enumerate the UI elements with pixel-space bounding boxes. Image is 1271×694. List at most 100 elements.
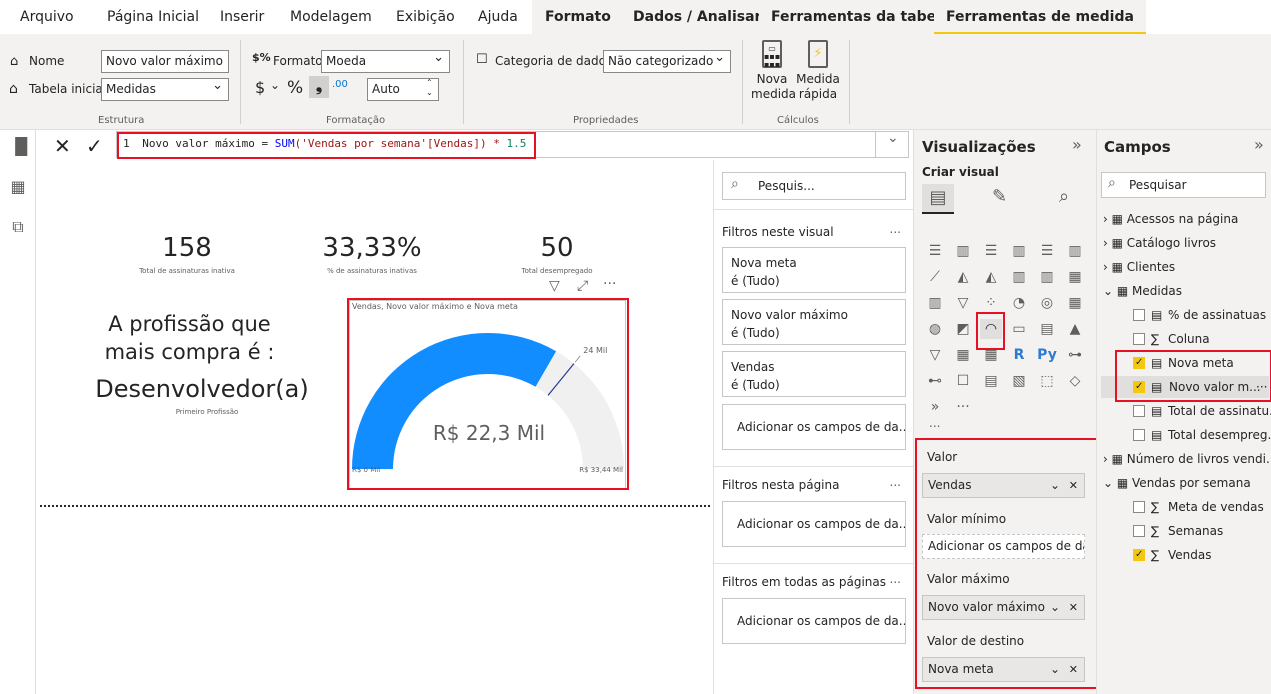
area-chart-icon[interactable]: ◭: [952, 267, 974, 287]
paginated-report-icon[interactable]: ▧: [1008, 371, 1030, 391]
field-checkbox[interactable]: [1133, 501, 1145, 513]
field-item[interactable]: ▤ Nova meta: [1133, 352, 1269, 374]
waterfall-icon[interactable]: ▥: [924, 293, 946, 313]
chevron-down-icon[interactable]: ⌄: [1050, 474, 1060, 497]
remove-field-icon[interactable]: ✕: [1069, 596, 1078, 619]
field-item[interactable]: ▤ % de assinatuas i...: [1133, 304, 1271, 326]
format-visual-tab-icon[interactable]: ✎: [992, 186, 1007, 207]
table-node[interactable]: ⌄ ▦ Medidas: [1103, 280, 1182, 302]
tab-ferramentas-tabela[interactable]: Ferramentas da tabela: [759, 0, 963, 34]
filter-card[interactable]: Novo valor máximo é (Tudo): [722, 299, 906, 345]
field-item[interactable]: ▤ Total desempreg...: [1133, 424, 1271, 446]
field-checkbox[interactable]: [1133, 333, 1145, 345]
filters-search-input[interactable]: ⌕ Pesquis...: [722, 172, 906, 200]
chevron-right-icon[interactable]: ›: [1103, 212, 1112, 226]
field-checkbox[interactable]: [1133, 544, 1145, 566]
power-apps-icon[interactable]: ◇: [1064, 371, 1086, 391]
add-fields-dropzone[interactable]: Adicionar os campos de da...: [722, 501, 906, 547]
scatter-icon[interactable]: ⁘: [980, 293, 1002, 313]
python-visual-icon[interactable]: Py: [1036, 345, 1058, 365]
home-table-select[interactable]: Medidas: [101, 78, 229, 101]
quick-measure-button[interactable]: ⚡ Medida rápida: [795, 40, 841, 102]
clustered-bar-icon[interactable]: ☰: [980, 241, 1002, 261]
more-options-icon[interactable]: ...: [890, 572, 901, 586]
ribbon-chart-icon[interactable]: ▦: [1064, 267, 1086, 287]
focus-mode-icon[interactable]: ⤢: [577, 278, 588, 294]
r-visual-icon[interactable]: R: [1008, 345, 1030, 365]
map-icon[interactable]: ◍: [924, 319, 946, 339]
tab-arquivo[interactable]: Arquivo: [20, 0, 74, 34]
gauge-visual[interactable]: Vendas, Novo valor máximo e Nova meta 24…: [349, 300, 626, 490]
well-field-value[interactable]: Vendas ⌄ ✕: [922, 473, 1085, 498]
add-fields-dropzone[interactable]: Adicionar os campos de da...: [722, 404, 906, 450]
more-options-icon[interactable]: ···: [1256, 376, 1267, 398]
donut-chart-icon[interactable]: ◎: [1036, 293, 1058, 313]
table-icon[interactable]: ▦: [952, 345, 974, 365]
chevron-down-icon[interactable]: ⌄: [1103, 476, 1117, 490]
tab-modelagem[interactable]: Modelagem: [290, 0, 372, 34]
commit-formula-icon[interactable]: ✓: [86, 134, 103, 158]
field-checkbox[interactable]: [1133, 352, 1145, 374]
smart-narrative-icon[interactable]: ▤: [980, 371, 1002, 391]
100-bar-icon[interactable]: ☰: [1036, 241, 1058, 261]
table-node[interactable]: › ▦ Número de livros vendi...: [1103, 448, 1271, 470]
field-item[interactable]: ∑ Vendas: [1133, 544, 1269, 566]
fields-search-input[interactable]: ⌕ Pesquisar: [1101, 172, 1266, 198]
more-options-icon[interactable]: ···: [603, 276, 616, 292]
tab-dados-analisar[interactable]: Dados / Analisar: [621, 0, 774, 34]
chevron-down-icon[interactable]: ⌄: [1103, 284, 1117, 298]
analytics-tab-icon[interactable]: ⌕: [1059, 186, 1069, 207]
chevron-right-icon[interactable]: ›: [1103, 236, 1112, 250]
line-column-icon[interactable]: ▥: [1008, 267, 1030, 287]
collapse-visualizations-icon[interactable]: »: [1072, 135, 1082, 154]
expand-formula-icon[interactable]: ⌄: [887, 130, 899, 146]
comma-style-button[interactable]: ❟: [309, 76, 329, 98]
formula-text[interactable]: 1 Novo valor máximo = SUM('Vendas por se…: [123, 137, 526, 150]
tab-ajuda[interactable]: Ajuda: [478, 0, 518, 34]
multi-row-card-icon[interactable]: ▤: [1036, 319, 1058, 339]
stacked-bar-icon[interactable]: ☰: [924, 241, 946, 261]
cancel-formula-icon[interactable]: ✕: [54, 134, 71, 158]
funnel-icon[interactable]: ▽: [952, 293, 974, 313]
well-field-value[interactable]: Nova meta ⌄ ✕: [922, 657, 1085, 682]
arcgis-icon[interactable]: »: [924, 397, 946, 417]
gauge-icon[interactable]: ◠: [980, 319, 1002, 339]
well-field-value[interactable]: Novo valor máximo ⌄ ✕: [922, 595, 1085, 620]
more-options-icon[interactable]: ...: [890, 475, 901, 489]
field-checkbox[interactable]: [1133, 525, 1145, 537]
clustered-column-icon[interactable]: ▥: [1008, 241, 1030, 261]
matrix-icon[interactable]: ▦: [980, 345, 1002, 365]
collapse-fields-icon[interactable]: »: [1254, 135, 1264, 154]
remove-field-icon[interactable]: ✕: [1069, 658, 1078, 681]
slicer-icon[interactable]: ▽: [924, 345, 946, 365]
fields-wells-tab-icon[interactable]: ▤: [922, 184, 954, 214]
table-node[interactable]: › ▦ Clientes: [1103, 256, 1175, 278]
filter-card[interactable]: Vendas é (Tudo): [722, 351, 906, 397]
more-visuals-icon[interactable]: ···: [952, 397, 974, 417]
name-input[interactable]: Novo valor máximo: [101, 50, 229, 73]
new-measure-button[interactable]: ▭ ▪▪▪ ▪▪▪ Nova medida: [751, 40, 796, 102]
table-node[interactable]: › ▦ Catálogo livros: [1103, 232, 1216, 254]
field-item[interactable]: ▤ Novo valor m...···: [1101, 376, 1269, 398]
more-visuals-icon[interactable]: ...: [929, 416, 940, 430]
model-view-icon[interactable]: ⧉: [9, 218, 27, 236]
tab-exibicao[interactable]: Exibição: [396, 0, 455, 34]
field-checkbox[interactable]: [1133, 429, 1145, 441]
spinner-arrows-icon[interactable]: ⌃ ⌄: [426, 78, 433, 98]
kpi-icon[interactable]: ▲: [1064, 319, 1086, 339]
power-automate-icon[interactable]: ⬚: [1036, 371, 1058, 391]
tab-formato[interactable]: Formato: [532, 0, 624, 34]
report-view-icon[interactable]: ▐▌: [9, 138, 34, 156]
chevron-down-icon[interactable]: ⌄: [1050, 596, 1060, 619]
tab-inserir[interactable]: Inserir: [220, 0, 264, 34]
line-stacked-column-icon[interactable]: ▥: [1036, 267, 1058, 287]
filter-icon[interactable]: ▽: [549, 278, 560, 294]
data-view-icon[interactable]: ▦: [9, 178, 27, 196]
chevron-down-icon[interactable]: ⌄: [1050, 658, 1060, 681]
100-column-icon[interactable]: ▥: [1064, 241, 1086, 261]
more-options-icon[interactable]: ...: [890, 222, 901, 236]
chevron-down-icon[interactable]: ⌄: [270, 78, 280, 92]
field-checkbox[interactable]: [1133, 309, 1145, 321]
field-item[interactable]: ∑ Semanas: [1133, 520, 1269, 542]
field-item[interactable]: ∑ Meta de vendas: [1133, 496, 1269, 518]
